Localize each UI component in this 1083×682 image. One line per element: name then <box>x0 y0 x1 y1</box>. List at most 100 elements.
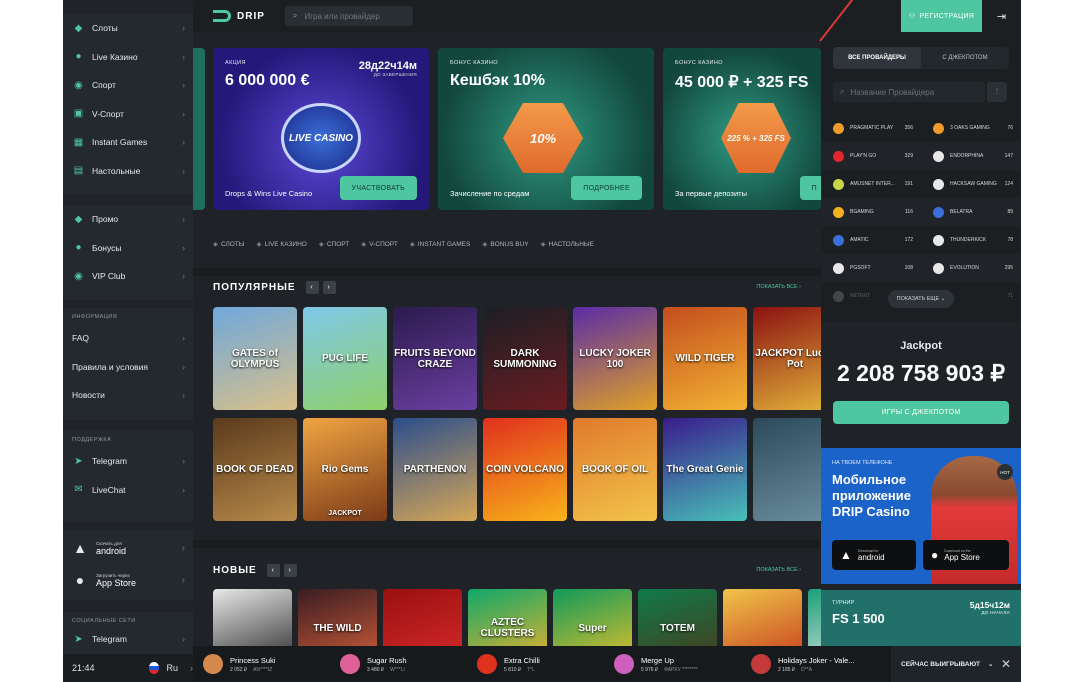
prev-arrow-icon[interactable]: ‹ <box>266 564 280 577</box>
sidebar-item-social-telegram[interactable]: ➤ Telegram › <box>63 628 193 650</box>
next-arrow-icon[interactable]: › <box>283 564 297 577</box>
provider-count: 356 <box>904 125 913 131</box>
register-button[interactable]: ⚇ РЕГИСТРАЦИЯ <box>901 0 982 32</box>
ios-store-button[interactable]: ● Download on the App Store <box>923 540 1009 570</box>
provider-count: 78 <box>1007 237 1013 243</box>
tab-all-providers[interactable]: ВСЕ ПРОВАЙДЕРЫ <box>833 47 921 69</box>
provider-item[interactable]: EVOLUTION 295 <box>921 262 1021 274</box>
category-tab[interactable]: ◈ СПОРТ <box>319 240 349 248</box>
provider-item[interactable]: THUNDERKICK 78 <box>921 234 1021 246</box>
game-tile[interactable]: Rio Gems JACKPOT <box>303 418 387 521</box>
category-tab[interactable]: ◈ INSTANT GAMES <box>410 240 471 248</box>
sidebar-item-support[interactable]: ✉ LiveChat › <box>63 476 193 505</box>
show-more-button[interactable]: ПОКАЗАТЬ ЕЩЕ ⌄ <box>888 290 954 308</box>
provider-item[interactable]: AMUSNET INTER... 191 <box>821 178 921 190</box>
category-tab[interactable]: ◈ V-СПОРТ <box>361 240 398 248</box>
search-input[interactable]: ⌕ Игра или провайдер <box>284 6 413 26</box>
provider-item[interactable]: PLAY'N GO 329 <box>821 150 921 162</box>
sidebar-item[interactable]: ◆ Слоты › <box>63 14 193 43</box>
provider-item[interactable]: PRAGMATIC PLAY 356 <box>821 122 921 134</box>
game-tile[interactable]: BOOK OF OIL <box>573 418 657 521</box>
provider-item[interactable]: BELATRA 89 <box>921 206 1021 218</box>
login-button[interactable]: ⇥ <box>982 0 1021 32</box>
sidebar-item[interactable]: ◉ VIP Club › <box>63 262 193 291</box>
new-show-all[interactable]: ПОКАЗАТЬ ВСЕ › <box>756 567 801 573</box>
ticker-item[interactable]: Extra Chilli 5 810 ₽ T*L <box>467 654 604 674</box>
banner-button[interactable]: УЧАСТВОВАТЬ <box>339 176 417 200</box>
store-big: App Store <box>944 552 980 562</box>
game-tile[interactable]: COIN VOLCANO <box>483 418 567 521</box>
provider-item[interactable]: BGAMING 116 <box>821 206 921 218</box>
sidebar-item-support[interactable]: ➤ Telegram › <box>63 447 193 476</box>
provider-count: 295 <box>1004 265 1013 271</box>
ticker-item[interactable]: Merge Up 5 976 ₽ ФАРХУ ******** <box>604 654 741 674</box>
provider-item[interactable]: 3 OAKS GAMING 76 <box>921 122 1021 134</box>
jackpot-games-button[interactable]: ИГРЫ С ДЖЕКПОТОМ <box>833 401 1009 424</box>
provider-name: ENDORPHINA <box>950 153 984 159</box>
promo-banner[interactable]: 10% БОНУС КАЗИНО Кешбэк 10% Зачисление по с… <box>438 48 654 210</box>
sidebar-item[interactable]: ● Live Казино › <box>63 43 193 72</box>
russia-flag-icon[interactable] <box>148 662 160 674</box>
promo-banner[interactable]: 225 % + 325 FS БОНУС КАЗИНО 45 000 ₽ + 325… <box>663 48 821 210</box>
category-tab[interactable]: ◈ BONUS BUY <box>482 240 528 248</box>
category-tab[interactable]: ◈ СЛОТЫ <box>213 240 245 248</box>
prev-arrow-icon[interactable]: ‹ <box>305 281 319 294</box>
banner-prev-peek[interactable] <box>193 48 205 210</box>
banner-button[interactable]: П <box>799 176 821 200</box>
language-selector[interactable]: Ru <box>166 663 178 673</box>
sidebar-item-info[interactable]: Правила и условия › <box>63 353 193 382</box>
banner-button[interactable]: ПОДРОБНЕЕ <box>571 176 642 200</box>
sidebar-support: ПОДДЕРЖКА ➤ Telegram › ✉ LiveChat › <box>63 431 193 521</box>
ticker-item[interactable]: Princess Suki 2 052 ₽ AN****IZ <box>193 654 330 674</box>
promo-banner[interactable]: LIVE CASINO АКЦИЯ 6 000 000 € Drops & Wins … <box>213 48 429 210</box>
game-tile[interactable]: PARTHENON <box>393 418 477 521</box>
close-icon[interactable]: ✕ <box>1001 657 1011 671</box>
sidebar-item[interactable]: ● Бонусы › <box>63 234 193 263</box>
logo[interactable]: DRIP <box>213 10 265 22</box>
ticker-item[interactable]: Holidays Joker - Vale... 2 185 ₽ D**A <box>741 654 878 674</box>
sidebar-item-info[interactable]: FAQ › <box>63 324 193 353</box>
sidebar-item-info[interactable]: Новости › <box>63 381 193 410</box>
category-tab[interactable]: ◈ LIVE КАЗИНО <box>257 240 307 248</box>
game-tile[interactable]: BOOK OF DEAD <box>213 418 297 521</box>
sidebar-item[interactable]: ◆ Промо › <box>63 205 193 234</box>
tab-jackpot-providers[interactable]: С ДЖЕКПОТОМ <box>921 47 1009 69</box>
chevron-right-icon: › <box>181 542 185 554</box>
game-tile[interactable]: DARK SUMMONING <box>483 307 567 410</box>
show-all-label: ПОКАЗАТЬ ВСЕ <box>756 567 798 573</box>
provider-item[interactable]: PGSOFT 108 <box>821 262 921 274</box>
sidebar-item[interactable]: ▤ Настольные › <box>63 157 193 186</box>
ticker-text: Extra Chilli 5 810 ₽ T*L <box>504 656 540 673</box>
appstore-download[interactable]: ● Загрузить через App Store › <box>63 564 193 596</box>
popular-show-all[interactable]: ПОКАЗАТЬ ВСЕ › <box>756 284 801 290</box>
game-tile[interactable]: GATES of OLYMPUS <box>213 307 297 410</box>
sidebar-item[interactable]: ◉ Спорт › <box>63 71 193 100</box>
provider-item[interactable]: AMATIC 172 <box>821 234 921 246</box>
jackpot-value: 2 208 758 903 ₽ <box>836 360 1006 386</box>
ticker-item[interactable]: Sugar Rush 3 480 ₽ W***LI <box>330 654 467 674</box>
next-arrow-icon[interactable]: › <box>322 281 336 294</box>
game-tile[interactable]: LUCKY JOKER 100 <box>573 307 657 410</box>
mobile-app-promo[interactable]: НА ТВОЕМ ТЕЛЕФОНЕ Мобильное приложение D… <box>821 448 1021 584</box>
winners-toggle[interactable]: СЕЙЧАС ВЫИГРЫВАЮТ ⌄ ✕ <box>891 646 1021 682</box>
game-tile[interactable]: PUG LIFE <box>303 307 387 410</box>
tournament-banner[interactable]: ТУРНИР FS 1 500 5д15ч12м ДО НАЧАЛА <box>821 590 1021 646</box>
game-tile[interactable]: FRUITS BEYOND CRAZE <box>393 307 477 410</box>
android-store-button[interactable]: ▲ Download for android <box>832 540 916 570</box>
game-tile[interactable]: The Great Genie <box>663 418 747 521</box>
sidebar-item[interactable]: ▦ Instant Games › <box>63 128 193 157</box>
game-tile[interactable]: WILD TIGER <box>663 307 747 410</box>
provider-count: 76 <box>1007 125 1013 131</box>
provider-search-input[interactable]: ⌕ Название Провайдера <box>833 82 985 102</box>
provider-item[interactable]: ENDORPHINA 147 <box>921 150 1021 162</box>
game-title: BOOK OF OIL <box>581 464 649 475</box>
category-tab[interactable]: ◈ НАСТОЛЬНЫЕ <box>541 240 594 248</box>
android-download[interactable]: ▲ Скачать для android › <box>63 532 193 564</box>
provider-item[interactable]: HACKSAW GAMING 124 <box>921 178 1021 190</box>
category-filter: ◈ СЛОТЫ ◈ LIVE КАЗИНО ◈ СПОРТ ◈ V-СПОРТ ◈ INSTANT… <box>213 240 594 248</box>
provider-count: 329 <box>904 153 913 159</box>
game-title: PUG LIFE <box>321 353 369 364</box>
vip-icon: ◉ <box>74 270 83 282</box>
sidebar-item[interactable]: ▣ V-Спорт › <box>63 100 193 129</box>
filter-button[interactable]: ⫶ <box>987 82 1007 102</box>
